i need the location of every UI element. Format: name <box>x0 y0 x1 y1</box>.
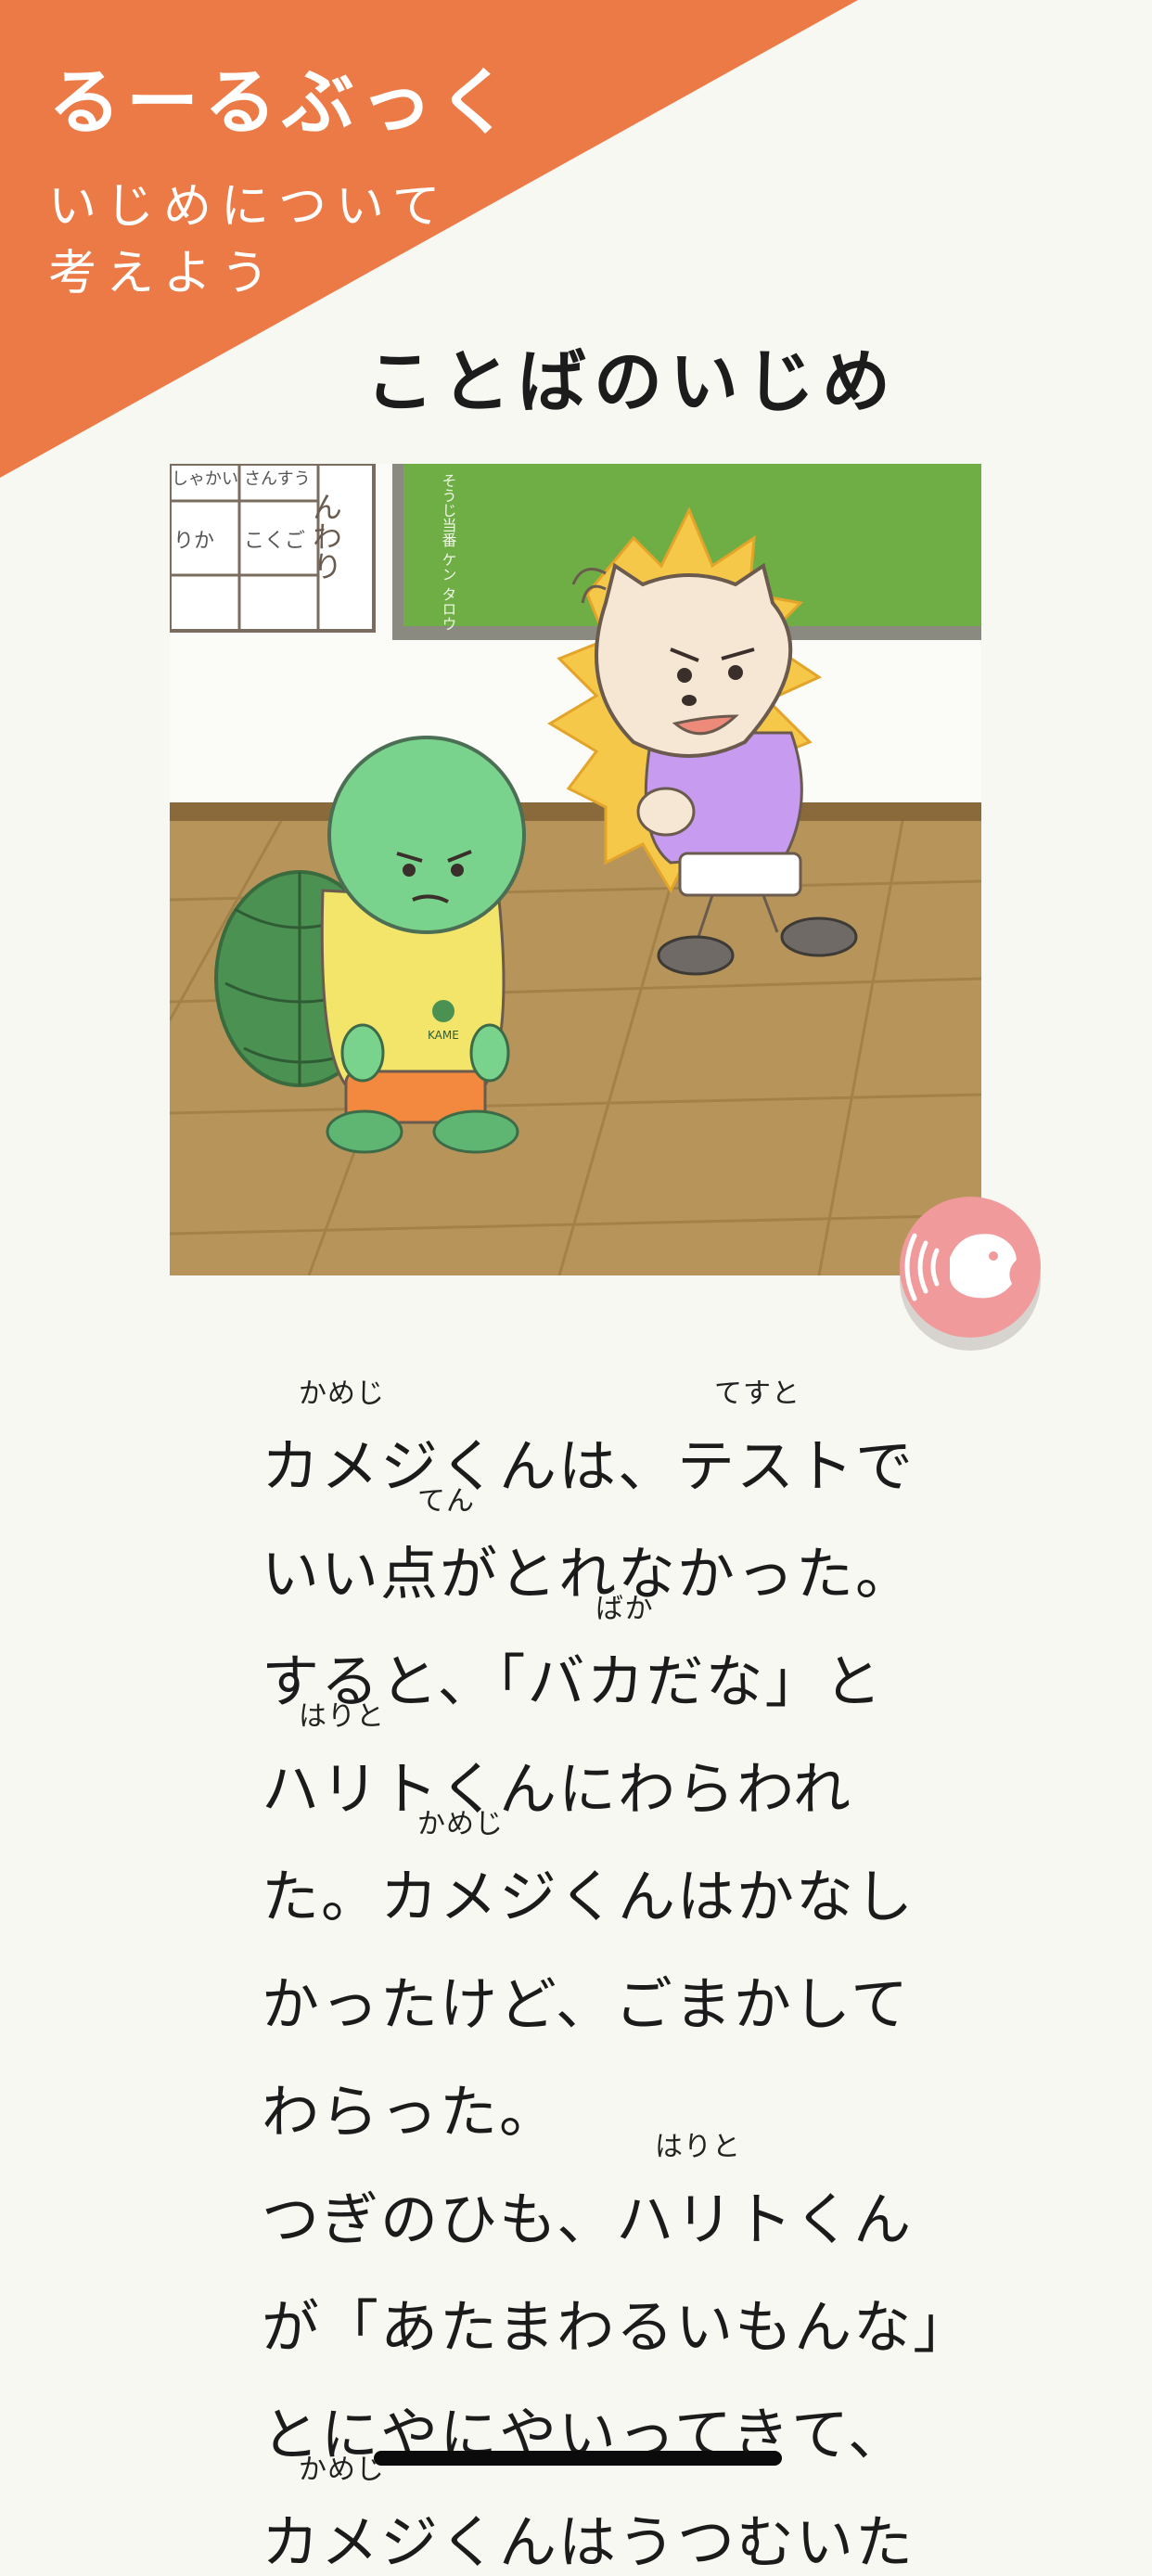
story-line: わらった。 <box>262 2037 929 2145</box>
shirt-text: KAME <box>428 1029 459 1042</box>
story-line-text: た。カメジくんはかなし <box>262 1863 915 1930</box>
furigana: かめじ <box>299 1378 385 1410</box>
app-subtitle-line2: 考えよう <box>48 246 279 301</box>
timetable-cell: さんすう <box>244 469 311 489</box>
story-line-text: いい点がとれなかった。 <box>262 1540 915 1608</box>
home-indicator[interactable] <box>374 2451 782 2466</box>
furigana: ばか <box>595 1593 654 1625</box>
app-title: るーるぶっく <box>48 61 517 145</box>
furigana: てすと <box>714 1378 800 1410</box>
story-line-text: カメジくんはうつむいた <box>262 2508 915 2576</box>
story-line-text: ハリトくんにわらわれ <box>262 1755 852 1823</box>
story-line: ハリトくんにわらわれ はりと <box>262 1703 929 1823</box>
story-line: た。カメジくんはかなし かめじ <box>262 1811 929 1930</box>
timetable-cell: しゃかい <box>172 469 238 489</box>
story-line-text: かったけど、ごまかして <box>262 1970 911 2038</box>
story-line: つぎのひも、ハリトくん はりと <box>262 2134 929 2253</box>
furigana: てん <box>417 1485 475 1518</box>
story-line-text: つぎのひも、ハリトくん <box>262 2185 914 2253</box>
read-aloud-button[interactable] <box>896 1193 1044 1351</box>
story-illustration: しゃかい さんすう りか こくご んわり そうじ当番 ケン タロウ KAME <box>170 464 981 1275</box>
classroom-turtle-hedgehog-illustration: しゃかい さんすう りか こくご んわり そうじ当番 ケン タロウ KAME <box>170 464 981 1275</box>
story-line: かったけど、ごまかして <box>262 1929 929 2037</box>
furigana: はりと <box>299 1700 385 1733</box>
furigana: かめじ <box>417 1808 504 1840</box>
story-line: カメジくんはうつむいた かめじ <box>262 2456 929 2576</box>
story-line: いい点がとれなかった。 てん <box>262 1488 929 1608</box>
story-line-text: が「あたまわるいもんな」 <box>262 2293 973 2361</box>
app-subtitle-line1: いじめについて <box>48 179 450 235</box>
story-line: が「あたまわるいもんな」 <box>262 2252 970 2360</box>
furigana: かめじ <box>299 2454 385 2486</box>
chapter-title: ことばのいじめ <box>365 342 898 422</box>
timetable-cell: こくご <box>244 530 305 553</box>
story-text: カメジくんは、テストで かめじ てすと いい点がとれなかった。 てん すると、「バカだな」… <box>262 1380 970 2576</box>
poster-text: んわり <box>308 492 343 581</box>
story-line: カメジくんは、テストで かめじ てすと <box>262 1380 929 1500</box>
story-line: すると、「バカだな」と ばか <box>262 1596 929 1714</box>
story-line-text: カメジくんは、テストで <box>262 1432 915 1500</box>
timetable-cell: りか <box>173 530 214 553</box>
story-line-text: わらった。 <box>262 2078 559 2146</box>
read-aloud-speaker-icon <box>900 1197 1041 1351</box>
furigana: はりと <box>655 2131 741 2163</box>
chalkboard-text: そうじ当番 ケン タロウ <box>440 473 457 631</box>
